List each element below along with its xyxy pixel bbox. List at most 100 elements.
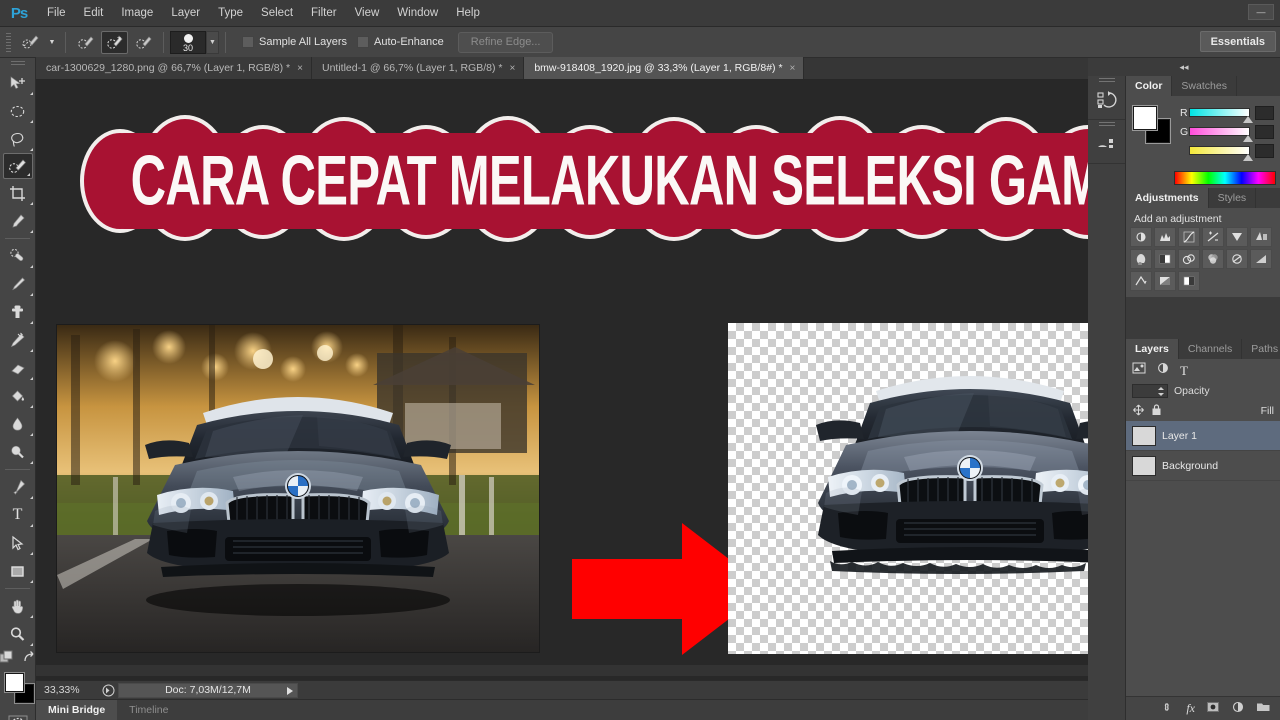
collapse-panels-icon[interactable]: ◂◂ — [1088, 58, 1280, 76]
history-brush-tool[interactable] — [1, 326, 35, 354]
color-slider-thumb-b[interactable] — [1243, 154, 1254, 161]
color-value-b[interactable] — [1255, 143, 1274, 158]
pen-tool[interactable] — [1, 473, 35, 501]
refine-edge-button[interactable]: Refine Edge... — [457, 31, 554, 53]
blur-tool[interactable] — [1, 410, 35, 438]
menu-layer[interactable]: Layer — [162, 0, 209, 27]
mini-bridge-panel-icon[interactable] — [1088, 129, 1125, 159]
color-slider-track-r[interactable] — [1189, 108, 1254, 123]
quick-selection-tool-icon[interactable] — [17, 31, 45, 54]
color-slider-track-b[interactable] — [1189, 146, 1254, 161]
path-selection-tool[interactable] — [1, 529, 35, 557]
brush-size-chevron-down-icon[interactable]: ▼ — [206, 30, 219, 54]
posterize-icon[interactable] — [1250, 249, 1272, 269]
vibrance-icon[interactable] — [1226, 227, 1248, 247]
blend-mode-field[interactable] — [1132, 384, 1168, 398]
rectangle-tool[interactable] — [1, 557, 35, 585]
zoom-level[interactable]: 33,33% — [36, 684, 98, 696]
selective-color-icon[interactable] — [1178, 271, 1200, 291]
layer-thumbnail[interactable] — [1132, 455, 1156, 476]
tab-styles[interactable]: Styles — [1208, 188, 1257, 208]
type-filter-icon[interactable]: T — [1180, 364, 1188, 377]
menu-view[interactable]: View — [346, 0, 389, 27]
quick-selection-tool[interactable] — [2, 153, 33, 179]
adjustment-filter-icon[interactable] — [1156, 361, 1170, 379]
new-group-icon[interactable] — [1256, 700, 1271, 718]
tab-layers[interactable]: Layers — [1126, 339, 1179, 359]
close-icon[interactable]: × — [790, 63, 796, 74]
canvas-horizontal-scrollbar[interactable] — [36, 665, 1088, 676]
rail-grip[interactable] — [1088, 76, 1125, 85]
tab-color[interactable]: Color — [1126, 76, 1173, 96]
switch-colors-icon[interactable] — [22, 650, 37, 669]
add-to-selection-icon[interactable]: + — [101, 30, 128, 54]
paint-bucket-tool[interactable] — [1, 382, 35, 410]
color-swatches[interactable] — [0, 671, 36, 711]
menu-filter[interactable]: Filter — [302, 0, 346, 27]
gradient-map-icon[interactable] — [1154, 271, 1176, 291]
tab-swatches[interactable]: Swatches — [1172, 76, 1237, 96]
tab-paths[interactable]: Paths — [1242, 339, 1280, 359]
auto-enhance-checkbox-group[interactable]: Auto-Enhance — [357, 36, 444, 48]
menu-file[interactable]: File — [38, 0, 75, 27]
photo-filter-icon[interactable] — [1178, 249, 1200, 269]
tab-timeline[interactable]: Timeline — [117, 700, 180, 720]
spot-healing-brush-tool[interactable] — [1, 242, 35, 270]
exposure-icon[interactable] — [1202, 227, 1224, 247]
sample-all-layers-checkbox-group[interactable]: Sample All Layers — [242, 36, 347, 48]
menu-edit[interactable]: Edit — [75, 0, 113, 27]
move-tool[interactable] — [1, 69, 35, 97]
zoom-tool[interactable] — [1, 620, 35, 648]
rail-grip-2[interactable] — [1088, 120, 1125, 129]
color-value-g[interactable] — [1255, 124, 1274, 139]
subtract-from-selection-icon[interactable] — [130, 31, 157, 54]
channel-mixer-icon[interactable] — [1202, 249, 1224, 269]
menu-select[interactable]: Select — [252, 0, 302, 27]
pixel-filter-icon[interactable] — [1132, 361, 1146, 379]
lock-position-icon[interactable] — [1132, 404, 1145, 419]
horizontal-type-tool[interactable]: T — [1, 501, 35, 529]
brush-tool[interactable] — [1, 270, 35, 298]
brush-size-picker[interactable]: 30 — [170, 30, 206, 54]
layer-item-background[interactable]: Background — [1126, 451, 1280, 481]
eraser-tool[interactable] — [1, 354, 35, 382]
document-tab-car-png[interactable]: car-1300629_1280.png @ 66,7% (Layer 1, R… — [36, 57, 312, 79]
dodge-tool[interactable] — [1, 438, 35, 466]
tab-mini-bridge[interactable]: Mini Bridge — [36, 699, 118, 720]
layer-item-layer-1[interactable]: Layer 1 — [1126, 421, 1280, 451]
curves-icon[interactable] — [1178, 227, 1200, 247]
tools-panel-grip[interactable] — [0, 58, 35, 69]
tab-adjustments[interactable]: Adjustments — [1126, 188, 1209, 208]
document-proxy-icon[interactable] — [98, 684, 118, 697]
layer-mask-icon[interactable] — [1206, 700, 1220, 718]
clone-stamp-tool[interactable] — [1, 298, 35, 326]
menu-help[interactable]: Help — [447, 0, 489, 27]
link-layers-icon[interactable] — [1161, 700, 1175, 718]
workspace-switcher-button[interactable]: Essentials — [1199, 31, 1276, 52]
close-icon[interactable]: × — [509, 63, 515, 74]
color-panel-swatches[interactable] — [1133, 106, 1171, 144]
levels-icon[interactable] — [1154, 227, 1176, 247]
auto-enhance-checkbox[interactable] — [357, 36, 370, 48]
sample-all-layers-checkbox[interactable] — [242, 36, 254, 48]
document-tab-untitled-1[interactable]: Untitled-1 @ 66,7% (Layer 1, RGB/8) * × — [311, 57, 525, 79]
hue-saturation-icon[interactable] — [1250, 227, 1272, 247]
color-value-r[interactable] — [1255, 105, 1274, 120]
color-spectrum-ramp[interactable] — [1174, 171, 1276, 185]
layer-style-fx-icon[interactable]: fx — [1186, 701, 1195, 716]
status-expand-arrow-icon[interactable] — [287, 686, 293, 695]
close-icon[interactable]: × — [297, 63, 303, 74]
eyedropper-tool[interactable] — [1, 207, 35, 235]
elliptical-marquee-tool[interactable] — [1, 97, 35, 125]
hand-tool[interactable] — [1, 592, 35, 620]
menu-type[interactable]: Type — [209, 0, 252, 27]
edit-in-standard-mode-icon[interactable] — [0, 650, 14, 669]
adjustment-layer-icon[interactable] — [1231, 700, 1245, 718]
layer-thumbnail[interactable] — [1132, 425, 1156, 446]
color-balance-icon[interactable] — [1130, 249, 1152, 269]
document-tab-bmw-jpg[interactable]: bmw-918408_1920.jpg @ 33,3% (Layer 1, RG… — [524, 57, 805, 79]
black-white-icon[interactable] — [1154, 249, 1176, 269]
minimize-button[interactable]: — — [1248, 4, 1274, 20]
canvas-area[interactable]: CARA CEPAT MELAKUKAN SELEKSI GAMBAR — [36, 80, 1088, 680]
history-panel-icon[interactable] — [1088, 85, 1125, 115]
